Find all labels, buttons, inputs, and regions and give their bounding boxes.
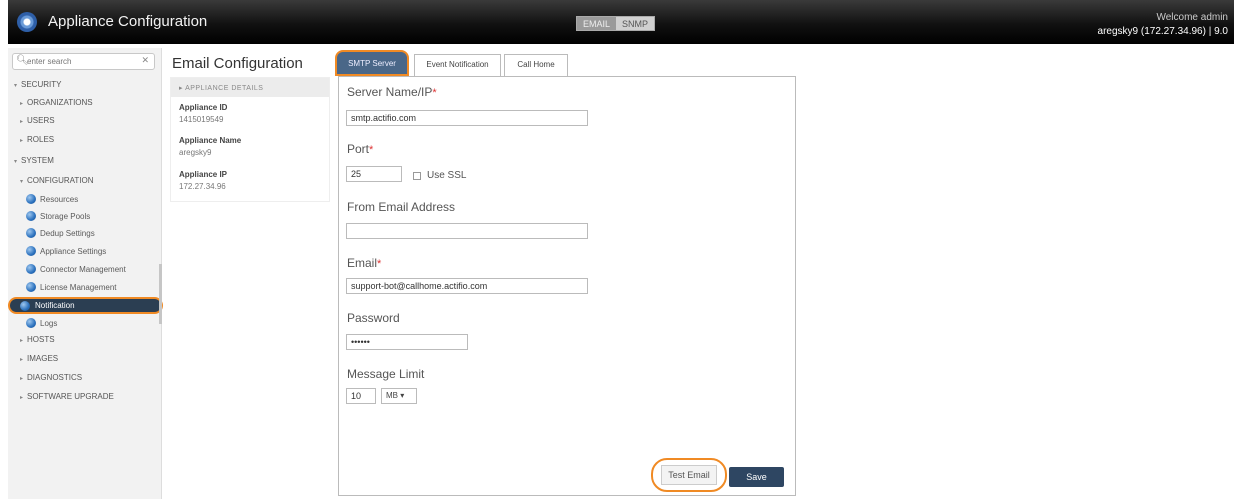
save-button[interactable]: Save — [729, 467, 784, 487]
email-label: Email* — [347, 256, 382, 270]
sidebar-item-logs[interactable]: Logs — [26, 318, 57, 328]
globe-icon — [26, 282, 36, 292]
chevron-right-icon: ▸ — [20, 357, 24, 363]
globe-icon — [26, 228, 36, 238]
tab-event-notification[interactable]: Event Notification — [414, 54, 501, 76]
use-ssl-checkbox[interactable] — [413, 172, 421, 180]
sidebar-item-roles[interactable]: ▸ ROLES — [20, 135, 54, 144]
sidebar-item-users[interactable]: ▸ USERS — [20, 116, 55, 125]
app-title: Appliance Configuration — [48, 13, 208, 30]
search-box: 🔍︎ ✕ — [12, 53, 155, 70]
top-bar: Appliance Configuration EMAIL SNMP Welco… — [8, 0, 1234, 44]
from-email-label: From Email Address — [347, 200, 456, 214]
sidebar-scrollbar[interactable] — [159, 264, 162, 324]
chevron-right-icon: ▸ — [20, 395, 24, 401]
search-input[interactable] — [27, 55, 137, 68]
sidebar-item-software-upgrade[interactable]: ▸ SOFTWARE UPGRADE — [20, 392, 114, 401]
test-email-highlight: Test Email — [651, 458, 727, 492]
sidebar-item-storage-pools[interactable]: Storage Pools — [26, 211, 90, 221]
sidebar-item-connector-management[interactable]: Connector Management — [26, 264, 126, 274]
sidebar-item-license-management[interactable]: License Management — [26, 282, 117, 292]
tab-call-home[interactable]: Call Home — [504, 54, 568, 76]
globe-icon — [26, 211, 36, 221]
sidebar-item-hosts[interactable]: ▸ HOSTS — [20, 335, 55, 344]
required-mark: * — [369, 144, 374, 156]
appliance-details-header[interactable]: ▸ APPLIANCE DETAILS — [171, 78, 329, 97]
appliance-details-panel: ▸ APPLIANCE DETAILS Appliance ID 1415019… — [170, 77, 330, 202]
appliance-id-value: 1415019549 — [179, 115, 224, 124]
chevron-down-icon: ▾ — [14, 159, 18, 165]
chevron-down-icon: ▾ — [14, 83, 18, 89]
appliance-id-label: Appliance ID — [179, 103, 228, 112]
use-ssl-label: Use SSL — [427, 170, 467, 181]
required-mark: * — [432, 87, 437, 99]
chevron-right-icon: ▸ — [20, 338, 24, 344]
chevron-right-icon: ▸ — [20, 376, 24, 382]
smtp-form: Server Name/IP* Port* Use SSL From Email… — [338, 76, 796, 496]
server-input[interactable] — [346, 110, 588, 126]
welcome-text: Welcome admin — [1156, 12, 1228, 23]
appliance-name-value: aregsky9 — [179, 148, 212, 157]
sidebar-item-appliance-settings[interactable]: Appliance Settings — [26, 246, 106, 256]
clear-icon[interactable]: ✕ — [141, 55, 149, 66]
message-limit-unit-select[interactable]: MB ▾ — [381, 388, 417, 404]
sidebar-item-organizations[interactable]: ▸ ORGANIZATIONS — [20, 98, 93, 107]
server-label: Server Name/IP* — [347, 85, 437, 99]
required-mark: * — [377, 258, 382, 270]
test-email-button[interactable]: Test Email — [661, 465, 717, 485]
chevron-down-icon: ▾ — [20, 179, 24, 185]
sidebar: 🔍︎ ✕ ▾SECURITY ▸ORGANIZATIONS ▸USERS ▸RO… — [8, 48, 163, 499]
email-input[interactable] — [346, 278, 588, 294]
port-label: Port* — [347, 142, 374, 156]
mode-tabs: EMAIL SNMP — [576, 16, 656, 31]
globe-icon — [26, 264, 36, 274]
page-title: Email Configuration — [172, 55, 303, 72]
globe-icon — [20, 301, 30, 311]
sidebar-item-dedup-settings[interactable]: Dedup Settings — [26, 228, 95, 238]
chevron-right-icon: ▸ — [20, 138, 24, 144]
message-limit-input[interactable] — [346, 388, 376, 404]
tab-snmp[interactable]: SNMP — [616, 17, 655, 30]
tab-email[interactable]: EMAIL — [577, 17, 617, 30]
chevron-right-icon: ▸ — [20, 119, 24, 125]
from-email-input[interactable] — [346, 223, 588, 239]
sidebar-item-security[interactable]: ▾ SECURITY — [14, 80, 61, 89]
appliance-ip-value: 172.27.34.96 — [179, 182, 226, 191]
appliance-ip-label: Appliance IP — [179, 170, 228, 179]
password-label: Password — [347, 311, 400, 325]
sidebar-item-configuration[interactable]: ▾ CONFIGURATION — [20, 176, 94, 185]
chevron-right-icon: ▸ — [20, 101, 24, 107]
password-input[interactable] — [346, 334, 468, 350]
user-info[interactable]: aregsky9 (172.27.34.96) | 9.0 — [1098, 26, 1228, 37]
message-limit-label: Message Limit — [347, 367, 425, 381]
app-logo-icon — [17, 12, 37, 32]
sidebar-item-resources[interactable]: Resources — [26, 194, 78, 204]
globe-icon — [26, 194, 36, 204]
globe-icon — [26, 318, 36, 328]
sidebar-item-notification[interactable]: Notification — [8, 297, 163, 314]
sidebar-item-images[interactable]: ▸ IMAGES — [20, 354, 58, 363]
appliance-name-label: Appliance Name — [179, 136, 242, 145]
globe-icon — [26, 246, 36, 256]
sidebar-item-system[interactable]: ▾ SYSTEM — [14, 156, 54, 165]
port-input[interactable] — [346, 166, 402, 182]
sidebar-item-diagnostics[interactable]: ▸ DIAGNOSTICS — [20, 373, 82, 382]
tab-smtp-server[interactable]: SMTP Server — [335, 50, 409, 76]
